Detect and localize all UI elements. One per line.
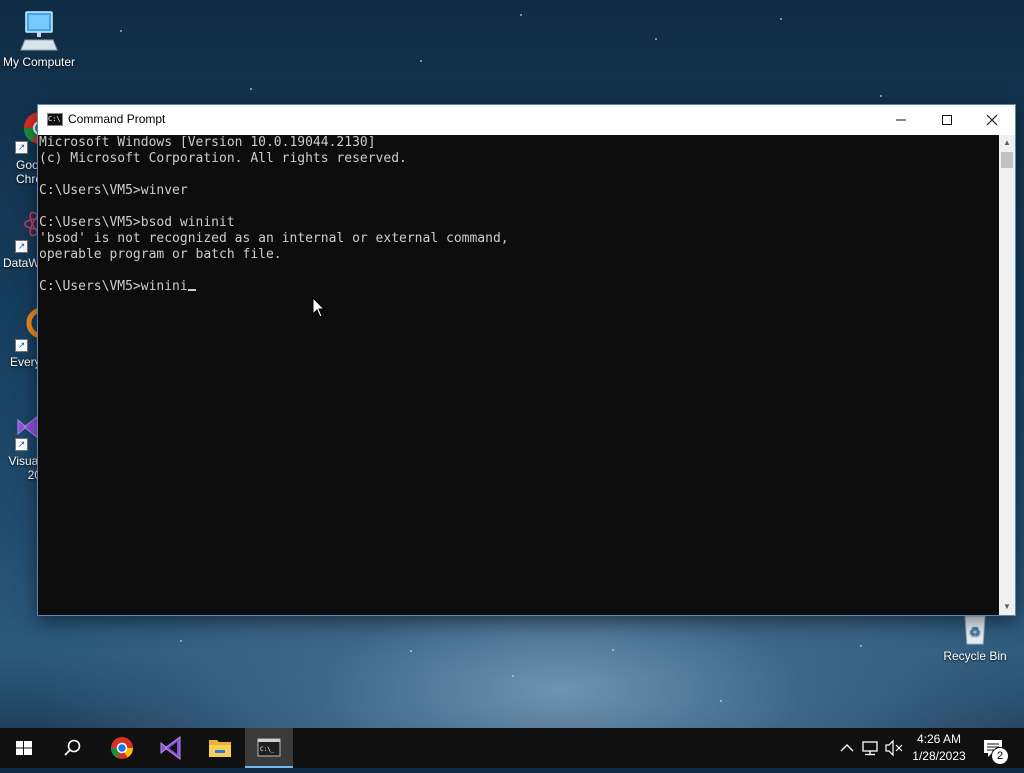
svg-text:♻: ♻ [969, 625, 981, 640]
maximize-button[interactable] [924, 105, 970, 135]
windows-start-icon [16, 741, 32, 755]
shortcut-arrow-icon: ↗ [15, 339, 28, 352]
window-title: Command Prompt [68, 112, 166, 126]
console-line: 'bsod' is not recognized as an internal … [39, 231, 509, 246]
taskbar-command-prompt-button[interactable]: C:\_ [245, 728, 293, 768]
minimize-button[interactable] [878, 105, 924, 135]
network-icon [862, 741, 878, 756]
window-titlebar[interactable]: C:\ Command Prompt [38, 105, 1015, 135]
taskbar-visual-studio-button[interactable] [147, 728, 195, 768]
search-button[interactable] [48, 728, 96, 768]
text-cursor [187, 289, 196, 291]
chrome-icon [110, 737, 133, 759]
desktop-icon-label: DataW [3, 256, 40, 270]
console-line: C:\Users\VM5>winver [39, 183, 188, 198]
recycle-bin-icon: ♻ [964, 615, 986, 645]
desktop-icon-label: Recycle Bin [943, 649, 1007, 663]
volume-muted-icon [885, 739, 903, 757]
console-line: C:\Users\VM5>bsod wininit [39, 215, 235, 230]
show-hidden-icons-button[interactable] [837, 728, 857, 768]
close-icon [986, 114, 998, 126]
desktop-icon-label: Visual 20 [8, 454, 41, 482]
scroll-down-arrow-icon[interactable]: ▼ [999, 599, 1015, 615]
mouse-pointer-icon [312, 297, 326, 318]
shortcut-arrow-icon: ↗ [15, 141, 28, 154]
taskbar: C:\_ 4:26 AM 1/28/2023 [0, 728, 1024, 768]
computer-icon [20, 11, 58, 51]
desktop-icon-label: My Computer [2, 55, 76, 69]
start-button[interactable] [0, 728, 48, 768]
command-prompt-icon: C:\_ [257, 738, 281, 757]
chevron-up-icon [840, 744, 854, 752]
scrollbar-thumb[interactable] [1001, 152, 1013, 168]
console-line: operable program or batch file. [39, 247, 282, 262]
console-line: (c) Microsoft Corporation. All rights re… [39, 151, 407, 166]
close-button[interactable] [969, 105, 1015, 135]
taskbar-chrome-button[interactable] [98, 728, 146, 768]
shortcut-arrow-icon: ↗ [15, 240, 28, 253]
minimize-icon [896, 119, 906, 121]
shortcut-arrow-icon: ↗ [15, 438, 28, 451]
desktop-icon-my-computer[interactable]: My Computer [0, 10, 78, 70]
scroll-up-arrow-icon[interactable]: ▲ [999, 135, 1015, 151]
console-input-line[interactable]: C:\Users\VM5>winini [38, 279, 999, 295]
file-explorer-icon [209, 740, 231, 757]
console-prompt-text: C:\Users\VM5>winini [39, 279, 188, 294]
volume-button[interactable] [884, 728, 904, 768]
desktop-icon-recycle-bin[interactable]: ♻ Recycle Bin [938, 612, 1012, 664]
notification-count-badge: 2 [991, 747, 1009, 765]
svg-text:C:\_: C:\_ [260, 746, 275, 753]
maximize-icon [942, 115, 952, 125]
search-icon [64, 739, 81, 756]
vertical-scrollbar[interactable]: ▲ ▼ [999, 135, 1015, 615]
visual-studio-icon [160, 736, 181, 760]
clock-date: 1/28/2023 [912, 749, 966, 763]
command-prompt-window[interactable]: C:\ Command Prompt Microsoft Windows [Ve… [38, 105, 1015, 615]
taskbar-file-explorer-button[interactable] [196, 728, 244, 768]
command-prompt-icon: C:\ [47, 113, 63, 126]
console-output[interactable]: Microsoft Windows [Version 10.0.19044.21… [38, 135, 999, 615]
network-button[interactable] [860, 728, 882, 768]
console-line: Microsoft Windows [Version 10.0.19044.21… [39, 135, 376, 150]
taskbar-clock[interactable]: 4:26 AM 1/28/2023 [904, 731, 974, 765]
clock-time: 4:26 AM [916, 732, 962, 746]
